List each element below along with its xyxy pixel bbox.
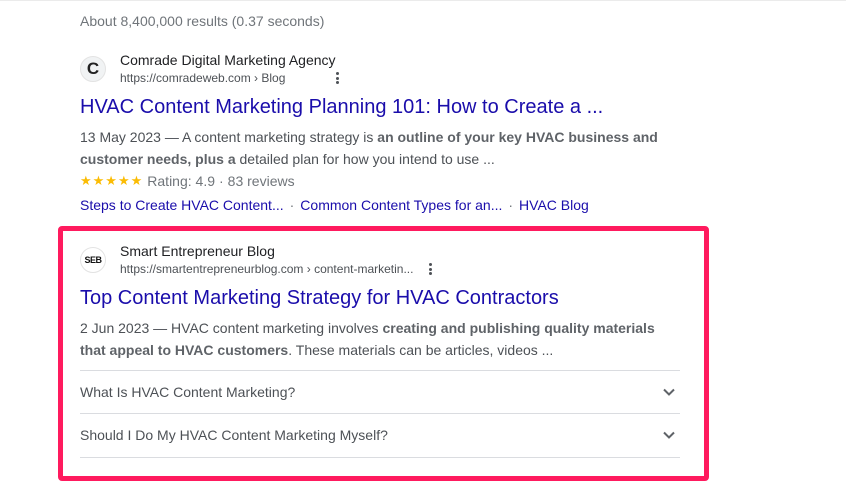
search-result-2: SEB Smart Entrepreneur Blog https://smar… bbox=[80, 243, 680, 361]
rating-row: ★★★★★ Rating: 4.9 · 83 reviews bbox=[80, 170, 680, 192]
faq-question: What Is HVAC Content Marketing? bbox=[80, 384, 296, 400]
rating-label: Rating: 4.9 bbox=[147, 173, 215, 189]
star-rating-icon: ★★★★★ bbox=[80, 173, 144, 188]
favicon-seb-icon: SEB bbox=[80, 247, 106, 273]
faq-item-1[interactable]: What Is HVAC Content Marketing? bbox=[80, 370, 680, 414]
site-url: https://smartentrepreneurblog.com › cont… bbox=[120, 262, 414, 276]
site-url: https://comradeweb.com › Blog bbox=[120, 71, 286, 85]
sitelink-hvac-blog[interactable]: HVAC Blog bbox=[519, 197, 589, 213]
result-title-link[interactable]: HVAC Content Marketing Planning 101: How… bbox=[80, 94, 680, 120]
favicon-comrade-icon: C bbox=[80, 56, 106, 82]
site-info[interactable]: C Comrade Digital Marketing Agency https… bbox=[80, 52, 680, 88]
sitelink-steps[interactable]: Steps to Create HVAC Content... bbox=[80, 197, 284, 213]
faq-item-2[interactable]: Should I Do My HVAC Content Marketing My… bbox=[80, 413, 680, 458]
chevron-down-icon bbox=[663, 431, 675, 439]
site-name: Comrade Digital Marketing Agency bbox=[120, 52, 336, 68]
site-name: Smart Entrepreneur Blog bbox=[120, 243, 275, 259]
top-divider bbox=[0, 0, 846, 1]
result-snippet: 13 May 2023 — A content marketing strate… bbox=[80, 129, 658, 167]
snippet-date: 2 Jun 2023 — bbox=[80, 320, 168, 336]
kebab-menu-icon[interactable] bbox=[425, 261, 435, 277]
site-info[interactable]: SEB Smart Entrepreneur Blog https://smar… bbox=[80, 243, 680, 279]
chevron-down-icon bbox=[663, 388, 675, 396]
sitelink-content-types[interactable]: Common Content Types for an... bbox=[300, 197, 502, 213]
result-stats: About 8,400,000 results (0.37 seconds) bbox=[80, 13, 325, 29]
kebab-menu-icon[interactable] bbox=[332, 70, 342, 86]
snippet-date: 13 May 2023 — bbox=[80, 129, 179, 145]
review-count: 83 reviews bbox=[227, 173, 295, 189]
sitelinks: Steps to Create HVAC Content... · Common C… bbox=[80, 197, 589, 213]
favicon-letter: C bbox=[86, 59, 100, 78]
search-result-1: C Comrade Digital Marketing Agency https… bbox=[80, 52, 680, 216]
result-title-link[interactable]: Top Content Marketing Strategy for HVAC … bbox=[80, 285, 680, 311]
faq-question: Should I Do My HVAC Content Marketing My… bbox=[80, 427, 388, 443]
favicon-letter: SEB bbox=[84, 255, 102, 265]
result-snippet: 2 Jun 2023 — HVAC content marketing invo… bbox=[80, 320, 655, 358]
